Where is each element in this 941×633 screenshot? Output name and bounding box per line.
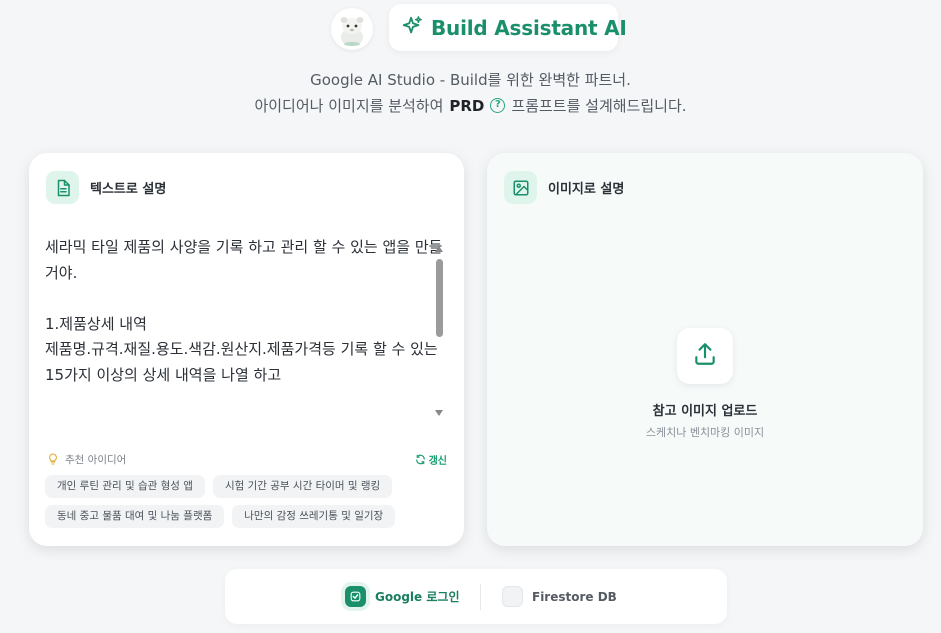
subtitle-text-end: 프롬프트를 설계해드립니다. [511, 97, 687, 115]
refresh-button[interactable]: 갱신 [415, 450, 447, 469]
check-icon[interactable] [345, 586, 366, 607]
document-icon [46, 171, 79, 204]
lightbulb-icon [47, 450, 59, 469]
feature-toggles: Google 로그인 Firestore DB [225, 569, 727, 624]
upload-subtitle: 스케치나 벤치마킹 이미지 [645, 426, 765, 439]
google-login-toggle[interactable]: Google 로그인 [345, 586, 459, 607]
scroll-down-arrow-icon[interactable] [435, 410, 443, 416]
help-icon[interactable]: ? [490, 98, 506, 113]
image-icon [504, 171, 537, 204]
text-card-header: 텍스트로 설명 [46, 171, 166, 204]
subtitle-text: 아이디어나 이미지를 분석하여 [254, 97, 444, 115]
idea-chip[interactable]: 시험 기간 공부 시간 타이머 및 랭킹 [212, 475, 393, 498]
scroll-up-arrow-icon[interactable] [435, 246, 443, 252]
upload-button[interactable] [677, 328, 733, 384]
idea-chip[interactable]: 나만의 감정 쓰레기통 및 일기장 [232, 505, 396, 528]
brand-badge: Build Assistant AI [389, 4, 627, 51]
idea-chip[interactable]: 동네 중고 물품 대여 및 나눔 플랫폼 [45, 505, 225, 528]
toggle-divider [480, 584, 481, 610]
recommend-label: 추천 아이디어 [65, 454, 127, 466]
image-card-header: 이미지로 설명 [504, 171, 624, 204]
textarea-scrollbar[interactable] [435, 244, 444, 416]
idea-chips: 개인 루틴 관리 및 습관 형성 앱 시험 기간 공부 시간 타이머 및 랭킹 … [45, 475, 450, 528]
recommend-heading: 추천 아이디어 [47, 450, 126, 469]
description-textarea[interactable]: 세라믹 타일 제품의 사양을 기록 하고 관리 할 수 있는 앱을 만들거야. … [45, 235, 445, 425]
image-description-card[interactable]: 이미지로 설명 참고 이미지 업로드 스케치나 벤치마킹 이미지 [487, 153, 923, 546]
app-title: Build Assistant AI [431, 15, 627, 40]
recommend-row: 추천 아이디어 갱신 [47, 450, 447, 469]
image-card-label: 이미지로 설명 [548, 182, 625, 197]
refresh-icon [415, 450, 426, 469]
subtitle-line-1: Google AI Studio - Build를 위한 완벽한 파트너. [310, 71, 631, 89]
text-description-card: 텍스트로 설명 세라믹 타일 제품의 사양을 기록 하고 관리 할 수 있는 앱… [29, 153, 464, 546]
upload-icon [692, 341, 718, 371]
text-card-label: 텍스트로 설명 [90, 182, 167, 197]
app-avatar [331, 8, 373, 50]
upload-title: 참고 이미지 업로드 [652, 404, 758, 419]
scroll-thumb[interactable] [436, 259, 443, 337]
prd-term: PRD [449, 96, 485, 115]
google-login-label: Google 로그인 [375, 590, 460, 604]
idea-chip[interactable]: 개인 루틴 관리 및 습관 형성 앱 [45, 475, 205, 498]
firestore-db-toggle[interactable]: Firestore DB [502, 586, 617, 607]
sparkle-icon [401, 15, 423, 41]
subtitle-line-2: 아이디어나 이미지를 분석하여 PRD ? 프롬프트를 설계해드립니다. [0, 95, 941, 116]
firestore-db-label: Firestore DB [532, 589, 617, 604]
refresh-label: 갱신 [428, 456, 447, 467]
unchecked-box[interactable] [502, 586, 523, 607]
